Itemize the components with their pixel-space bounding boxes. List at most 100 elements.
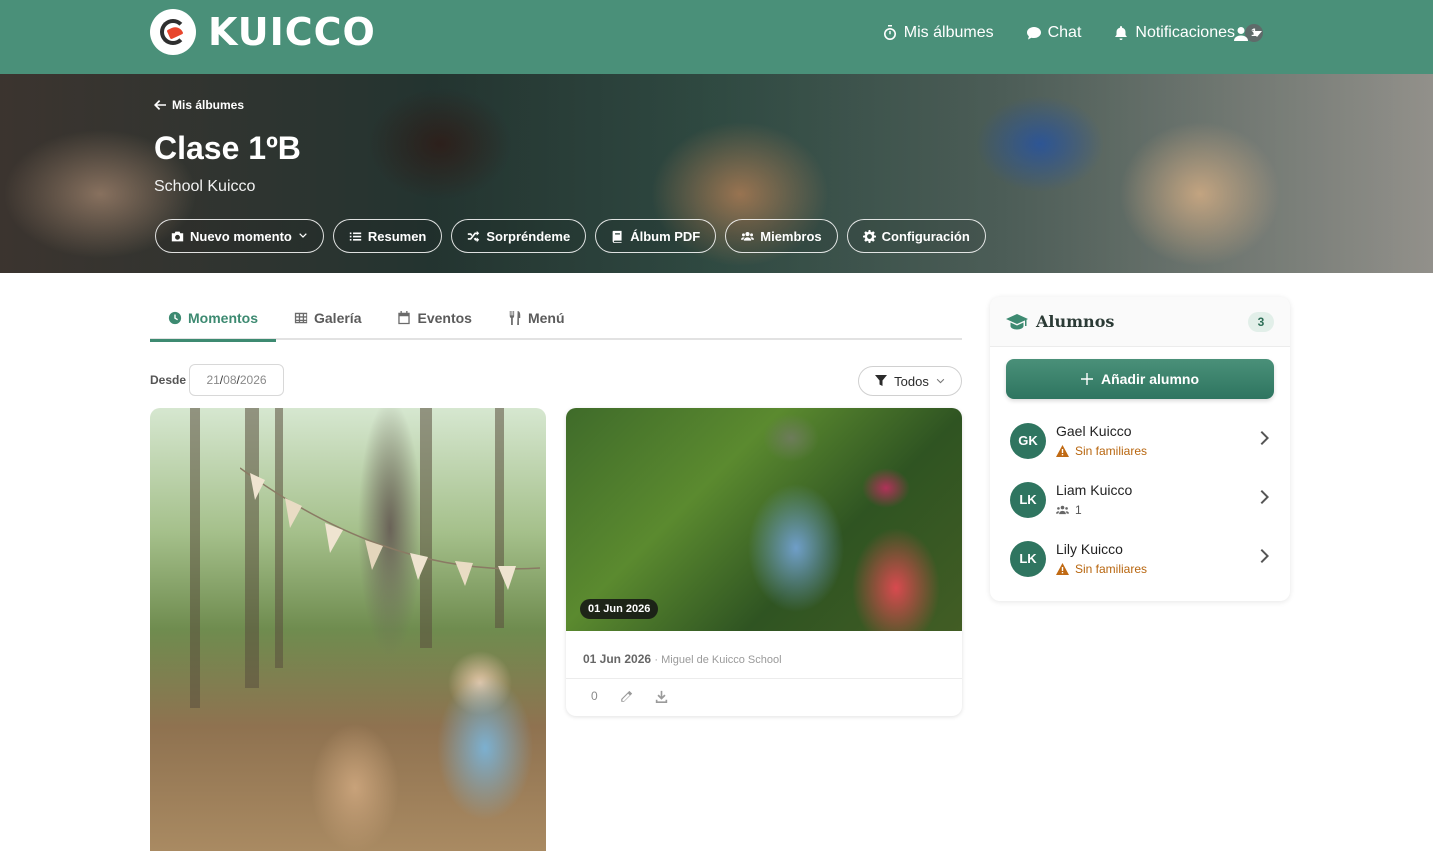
list-item[interactable]: LK Liam Kuicco 1: [990, 470, 1290, 529]
moment-meta: 01 Jun 2026 · Miguel de Kuicco School: [583, 652, 782, 666]
brand-name: KUICCO: [208, 10, 376, 54]
students-panel-header: Alumnos 3: [990, 297, 1290, 347]
nav-notificaciones-label: Notificaciones: [1135, 24, 1235, 41]
gear-icon: [862, 229, 876, 243]
bunting-decoration: [240, 467, 540, 590]
utensils-icon: [509, 311, 521, 325]
add-student-label: Añadir alumno: [1100, 371, 1199, 387]
chevron-down-icon: [936, 378, 945, 383]
settings-button[interactable]: Configuración: [846, 219, 986, 253]
date-month: 08: [223, 373, 237, 387]
download-icon[interactable]: [655, 690, 668, 703]
nav-links: Mis álbumes Chat Notificaciones 1: [882, 24, 1263, 42]
moment-date: 01 Jun 2026: [583, 652, 652, 666]
student-status-text: Sin familiares: [1075, 562, 1148, 576]
chevron-right-icon: [1260, 490, 1270, 509]
moment-card: 01 Jun 2026 01 Jun 2026 · Miguel de Kuic…: [566, 408, 962, 716]
clock-icon: [168, 311, 182, 325]
family-icon: [1056, 505, 1069, 515]
avatar: GK: [1010, 422, 1046, 459]
back-to-albums-link[interactable]: Mis álbumes: [154, 98, 244, 112]
summary-label: Resumen: [367, 228, 427, 244]
users-icon: [741, 231, 755, 241]
stopwatch-icon: [883, 25, 896, 40]
summary-button[interactable]: Resumen: [332, 219, 443, 253]
comment-count: 0: [591, 689, 598, 703]
student-status: Sin familiares: [1056, 444, 1260, 458]
school-name: School Kuicco: [154, 178, 256, 195]
tab-menu[interactable]: Menú: [490, 296, 583, 340]
student-name: Lily Kuicco: [1056, 541, 1123, 557]
members-button[interactable]: Miembros: [725, 219, 838, 253]
students-count-badge: 3: [1248, 311, 1274, 332]
nav-chat[interactable]: Chat: [1026, 24, 1082, 42]
photo-date-chip: 01 Jun 2026: [580, 599, 659, 619]
album-tabs: Momentos Galería Eventos Menú: [150, 296, 962, 342]
student-status-text: 1: [1075, 503, 1082, 517]
students-panel-title: Alumnos: [1036, 312, 1115, 331]
student-info: Gael Kuicco Sin familiares: [1056, 423, 1260, 458]
student-name: Gael Kuicco: [1056, 423, 1132, 439]
user-icon: [1234, 27, 1248, 41]
members-label: Miembros: [760, 228, 822, 244]
arrow-left-icon: [154, 100, 166, 110]
tab-eventos[interactable]: Eventos: [379, 296, 489, 340]
pdf-album-button[interactable]: Álbum PDF: [595, 219, 717, 253]
plus-icon: [1080, 373, 1093, 385]
pencil-icon[interactable]: [620, 690, 633, 703]
book-icon: [612, 230, 622, 243]
student-info: Lily Kuicco Sin familiares: [1056, 541, 1260, 576]
warning-icon: [1056, 445, 1069, 457]
nav-mis-albumes[interactable]: Mis álbumes: [882, 24, 994, 42]
shuffle-icon: [468, 230, 480, 242]
list-item[interactable]: GK Gael Kuicco Sin familiares: [990, 411, 1290, 470]
bell-icon: [1115, 26, 1128, 40]
tab-galeria-label: Galería: [314, 310, 362, 326]
tab-menu-label: Menú: [527, 310, 565, 326]
new-moment-button[interactable]: Nuevo momento: [155, 219, 324, 253]
students-panel: Alumnos 3 Añadir alumno GK Gael Kuicco S…: [990, 297, 1290, 601]
date-day: 21: [206, 373, 220, 387]
student-status: 1: [1056, 503, 1260, 517]
top-navbar: KUICCO Mis álbumes Chat Notificaciones 1: [0, 0, 1433, 74]
tab-momentos[interactable]: Momentos: [150, 296, 276, 342]
settings-label: Configuración: [881, 228, 970, 244]
moment-photo-exploring[interactable]: 01 Jun 2026: [566, 408, 962, 631]
student-name: Liam Kuicco: [1056, 482, 1133, 498]
tab-momentos-label: Momentos: [188, 310, 258, 326]
tab-galeria[interactable]: Galería: [276, 296, 379, 340]
back-link-label: Mis álbumes: [172, 98, 245, 112]
list-item[interactable]: LK Lily Kuicco Sin familiares: [990, 529, 1290, 588]
new-moment-label: Nuevo momento: [190, 228, 292, 244]
graduation-cap-icon: [1006, 313, 1028, 329]
user-menu-toggle[interactable]: [1233, 26, 1262, 42]
since-label: Desde: [150, 373, 187, 387]
filter-icon: [875, 375, 888, 386]
tab-eventos-label: Eventos: [417, 310, 472, 326]
kuicco-logo[interactable]: KUICCO: [150, 9, 376, 55]
moment-photo-binoculars[interactable]: [150, 408, 546, 851]
album-hero: Mis álbumes Clase 1ºB School Kuicco Nuev…: [0, 74, 1433, 273]
album-title: Clase 1ºB: [154, 130, 301, 166]
nav-chat-label: Chat: [1047, 24, 1082, 41]
card-divider: [566, 678, 962, 679]
moment-author: · Miguel de Kuicco School: [654, 654, 782, 666]
add-student-button[interactable]: Añadir alumno: [1006, 359, 1274, 399]
calendar-icon: [398, 311, 411, 325]
chat-bubble-icon: [1026, 27, 1041, 40]
student-status: Sin familiares: [1056, 562, 1260, 576]
surprise-me-button[interactable]: Sorpréndeme: [451, 219, 587, 253]
since-date-input[interactable]: 21/08/2026: [189, 364, 284, 396]
pdf-album-label: Álbum PDF: [630, 228, 701, 244]
avatar: LK: [1010, 481, 1046, 518]
nav-mis-albumes-label: Mis álbumes: [903, 24, 994, 41]
student-list: GK Gael Kuicco Sin familiares LK Liam Ku…: [990, 411, 1290, 588]
chevron-right-icon: [1260, 549, 1270, 568]
moment-type-filter[interactable]: Todos: [858, 366, 962, 396]
caret-down-icon: [1252, 31, 1262, 37]
list-icon: [349, 231, 362, 241]
chevron-right-icon: [1260, 431, 1270, 450]
student-status-text: Sin familiares: [1075, 444, 1148, 458]
grid-icon: [294, 312, 308, 324]
date-year: 2026: [239, 373, 267, 387]
